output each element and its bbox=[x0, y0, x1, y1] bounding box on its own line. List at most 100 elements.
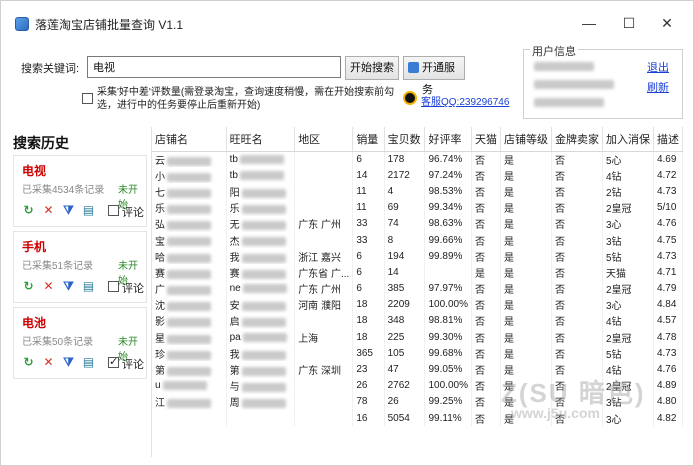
column-header[interactable]: 描述 bbox=[653, 127, 683, 152]
delete-icon[interactable]: ✕ bbox=[42, 204, 55, 217]
table-cell: 天猫 bbox=[602, 264, 654, 281]
column-header[interactable]: 好评率 bbox=[424, 127, 472, 152]
table-cell: 98.63% bbox=[424, 215, 472, 232]
table-row[interactable]: 沈安河南 濮阳 18 2209 100.00% 否是否 3心 4.84 bbox=[152, 296, 683, 313]
table-cell: 385 bbox=[384, 280, 426, 297]
collect-reviews-label: 采集'好中差'评数量(需登录淘宝，查询速度稍慢，需在开始搜索前勾选，进行中的任务… bbox=[97, 87, 395, 111]
table-row[interactable]: 七阳 11 4 98.53% 否是否 2钻 4.73 bbox=[152, 183, 683, 200]
table-row[interactable]: 16 5054 99.11% 否是否 3心 4.82 bbox=[152, 410, 683, 427]
table-cell: 否 bbox=[471, 393, 501, 410]
history-review-checkbox[interactable] bbox=[108, 355, 119, 368]
table-cell: 4.73 bbox=[653, 183, 683, 200]
column-header[interactable]: 地区 bbox=[294, 127, 354, 152]
table-cell bbox=[226, 410, 296, 427]
table-row[interactable]: 哈我浙江 嘉兴 6 194 99.89% 否是否 5钻 4.73 bbox=[152, 248, 683, 265]
refresh-icon[interactable]: ↻ bbox=[22, 356, 35, 369]
table-cell: 194 bbox=[384, 248, 426, 265]
table-cell: 否 bbox=[551, 345, 603, 362]
redacted-text bbox=[167, 302, 211, 312]
column-header[interactable]: 店铺名 bbox=[152, 127, 227, 152]
collect-reviews-checkbox[interactable] bbox=[82, 93, 93, 104]
table-row[interactable]: 赛赛广东省 广... 6 14 是是否天猫 4.71 bbox=[152, 264, 683, 281]
export-icon[interactable]: ▤ bbox=[82, 356, 95, 369]
redacted-text bbox=[242, 332, 287, 342]
search-input[interactable] bbox=[87, 56, 341, 78]
table-cell: 否 bbox=[551, 199, 603, 216]
redacted-text bbox=[167, 269, 211, 279]
start-search-button[interactable]: 开始搜索 bbox=[345, 56, 399, 80]
table-cell: 8 bbox=[384, 231, 426, 249]
table-cell bbox=[152, 410, 227, 427]
table-cell: 4.89 bbox=[653, 377, 683, 394]
table-cell: 云 bbox=[152, 151, 227, 168]
refresh-icon[interactable]: ↻ bbox=[22, 280, 35, 293]
table-cell: 74 bbox=[384, 215, 426, 232]
table-row[interactable]: 珍我 365 105 99.68% 否是否 5钻 4.73 bbox=[152, 345, 683, 362]
table-cell: 4.75 bbox=[653, 231, 683, 249]
column-header[interactable]: 宝贝数 bbox=[384, 127, 426, 152]
title-bar: 落莲淘宝店铺批量查询 V1.1 — ☐ ✕ bbox=[1, 1, 693, 45]
table-cell bbox=[294, 393, 354, 410]
history-review-label: 评论 bbox=[122, 207, 144, 219]
filter-icon[interactable]: ⧩ bbox=[62, 204, 75, 217]
table-cell: 是 bbox=[500, 215, 552, 232]
table-row[interactable]: 乐乐 11 69 99.34% 否是否 2皇冠 5/10 bbox=[152, 199, 683, 216]
column-header[interactable]: 店铺等级 bbox=[500, 127, 552, 152]
history-review-checkbox[interactable] bbox=[108, 281, 119, 292]
redacted-text bbox=[167, 156, 211, 166]
table-cell: 乐 bbox=[152, 199, 227, 216]
table-cell: 否 bbox=[551, 231, 603, 249]
column-header[interactable]: 加入消保 bbox=[602, 127, 654, 152]
filter-icon[interactable]: ⧩ bbox=[62, 280, 75, 293]
column-header[interactable]: 金牌卖家 bbox=[551, 127, 603, 152]
table-cell: 5心 bbox=[602, 151, 654, 168]
table-cell: 否 bbox=[551, 312, 603, 330]
open-service-button[interactable]: 开通服务 bbox=[403, 56, 465, 96]
redacted-text bbox=[241, 253, 286, 263]
table-cell: 否 bbox=[471, 280, 501, 297]
table-cell: 14 bbox=[384, 264, 426, 281]
export-icon[interactable]: ▤ bbox=[82, 204, 95, 217]
refresh-icon[interactable]: ↻ bbox=[22, 204, 35, 217]
minimize-button[interactable]: — bbox=[575, 12, 603, 34]
table-row[interactable]: 星 pa 上海 18 225 99.30% 否是否 2皇冠 4.78 bbox=[152, 329, 683, 346]
history-item[interactable]: 电池 已采集50条记录 未开始 ↻ ✕ ⧩ ▤ 评论 bbox=[13, 307, 147, 379]
history-item[interactable]: 手机 已采集51条记录 未开始 ↻ ✕ ⧩ ▤ 评论 bbox=[13, 231, 147, 303]
column-header[interactable]: 销量 bbox=[352, 127, 385, 152]
table-row[interactable]: 广 ne 广东 广州 6 385 97.97% 否是否 2皇冠 4.79 bbox=[152, 280, 683, 297]
table-cell: 否 bbox=[471, 151, 501, 168]
table-cell: 否 bbox=[551, 248, 603, 265]
delete-icon[interactable]: ✕ bbox=[42, 356, 55, 369]
table-cell: 星 bbox=[152, 329, 227, 346]
table-cell: 广东 深圳 bbox=[294, 361, 354, 378]
window-title: 落莲淘宝店铺批量查询 V1.1 bbox=[35, 18, 184, 32]
redacted-text bbox=[167, 253, 211, 263]
refresh-link[interactable]: 刷新 bbox=[647, 79, 669, 95]
delete-icon[interactable]: ✕ bbox=[42, 280, 55, 293]
history-item[interactable]: 电视 已采集4534条记录 未开始 ↻ ✕ ⧩ ▤ 评论 bbox=[13, 155, 147, 227]
support-qq-link[interactable]: 客服QQ:239296746 bbox=[421, 93, 509, 108]
table-row[interactable]: 影启 18 348 98.81% 否是否 4钻 4.57 bbox=[152, 312, 683, 330]
table-row[interactable]: 云 tb 6 178 96.74% 否是否 5心 4.69 bbox=[152, 151, 683, 168]
logout-link[interactable]: 退出 bbox=[647, 59, 669, 75]
table-cell: 否 bbox=[471, 410, 501, 427]
filter-icon[interactable]: ⧩ bbox=[62, 356, 75, 369]
table-header-row: 店铺名 旺旺名 地区 销量 宝贝数 好评率 天猫 店铺等级 金牌卖家 加入消保 … bbox=[152, 127, 683, 152]
history-review-checkbox[interactable] bbox=[108, 205, 119, 216]
table-cell: 我 bbox=[226, 248, 296, 265]
table-cell: 33 bbox=[352, 215, 385, 232]
close-button[interactable]: ✕ bbox=[653, 12, 681, 34]
table-cell: 4.57 bbox=[653, 312, 683, 330]
export-icon[interactable]: ▤ bbox=[82, 280, 95, 293]
table-cell: 78 bbox=[352, 393, 385, 410]
table-row[interactable]: 小 tb 14 2172 97.24% 否是否 4钻 4.72 bbox=[152, 167, 683, 184]
table-row[interactable]: 宝杰 33 8 99.66% 否是否 3钻 4.75 bbox=[152, 231, 683, 249]
table-row[interactable]: 弘无广东 广州 33 74 98.63% 否是否 3心 4.76 bbox=[152, 215, 683, 232]
table-cell: 2皇冠 bbox=[602, 329, 654, 346]
column-header[interactable]: 旺旺名 bbox=[226, 127, 296, 152]
maximize-button[interactable]: ☐ bbox=[615, 12, 643, 34]
table-cell: 是 bbox=[500, 183, 552, 200]
column-header[interactable]: 天猫 bbox=[471, 127, 501, 152]
table-cell: 105 bbox=[384, 345, 426, 362]
history-review-label: 评论 bbox=[122, 359, 144, 371]
